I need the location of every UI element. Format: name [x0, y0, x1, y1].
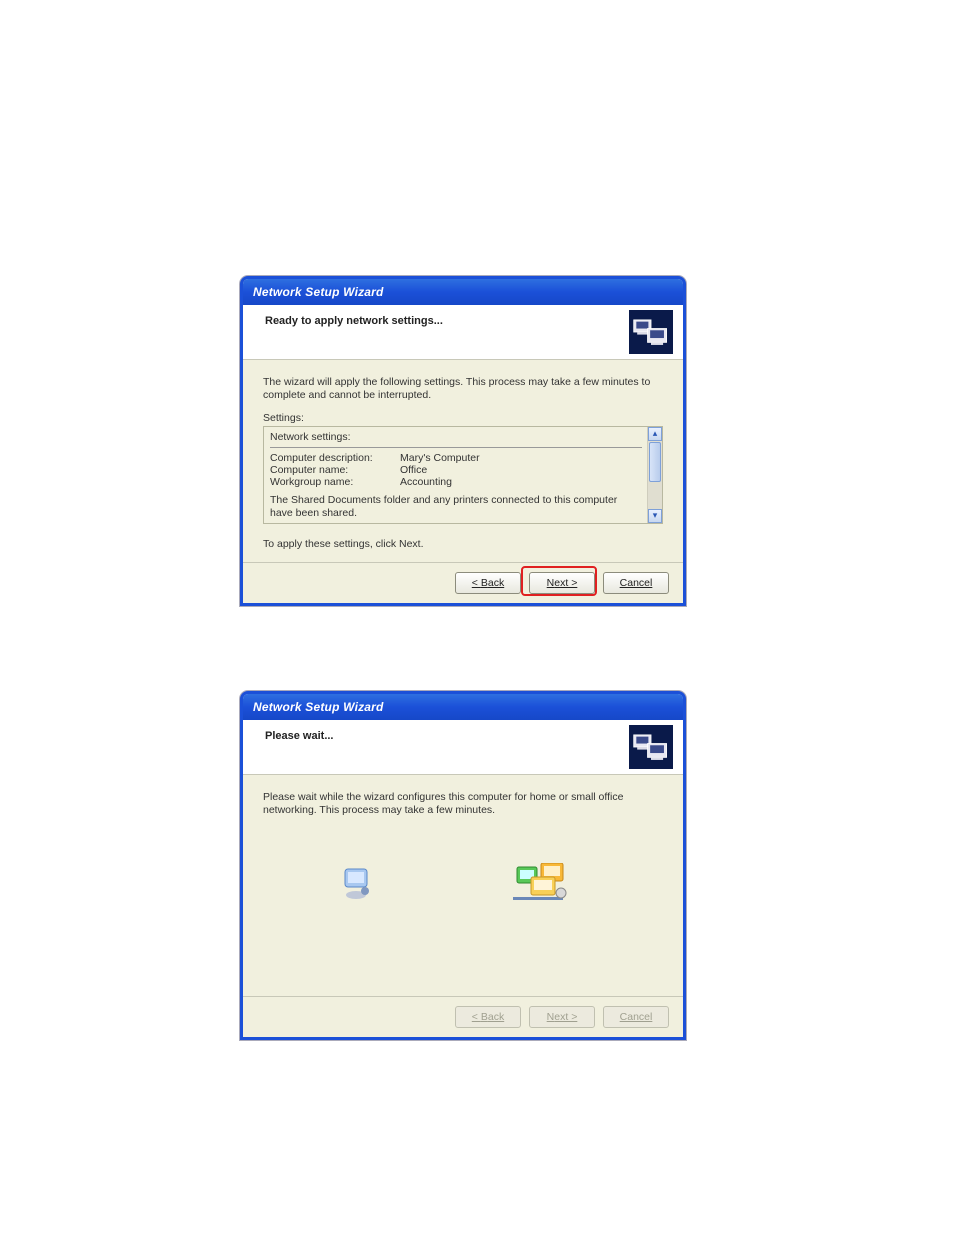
settings-row: Workgroup name: Accounting [270, 476, 656, 488]
wizard-dialog-wait: Network Setup Wizard Please wait... Plea… [240, 691, 686, 1040]
wizard-header: Please wait... [243, 720, 683, 775]
network-computers-icon [629, 725, 673, 769]
separator [270, 523, 642, 524]
settings-pane: Network settings: Computer description: … [263, 426, 663, 524]
intro-text: The wizard will apply the following sett… [263, 376, 663, 402]
settings-row: Computer description: Mary's Computer [270, 452, 656, 464]
apply-note: To apply these settings, click Next. [263, 538, 663, 550]
intro-text: Please wait while the wizard configures … [263, 791, 663, 817]
shared-note: The Shared Documents folder and any prin… [270, 494, 656, 519]
back-button[interactable]: < Back [455, 572, 521, 594]
wizard-body: The wizard will apply the following sett… [243, 360, 683, 558]
next-button[interactable]: Next > [529, 572, 595, 594]
wizard-body: Please wait while the wizard configures … [243, 775, 683, 1019]
cancel-button[interactable]: Cancel [603, 572, 669, 594]
wizard-footer: < Back Next > Cancel [243, 562, 683, 603]
row-label: Workgroup name: [270, 476, 400, 488]
single-computer-icon [343, 867, 373, 901]
wizard-dialog-ready: Network Setup Wizard Ready to apply netw… [240, 276, 686, 606]
network-computers-icon [629, 310, 673, 354]
wizard-footer: < Back Next > Cancel [243, 996, 683, 1037]
next-button: Next > [529, 1006, 595, 1028]
scroll-thumb[interactable] [649, 442, 661, 482]
progress-illustration [263, 857, 663, 997]
pane-heading: Network settings: [270, 431, 656, 443]
back-button: < Back [455, 1006, 521, 1028]
row-value: Accounting [400, 476, 452, 488]
settings-row: Computer name: Office [270, 464, 656, 476]
separator [270, 447, 642, 448]
document-page: Network Setup Wizard Ready to apply netw… [0, 0, 954, 1235]
row-value: Mary's Computer [400, 452, 480, 464]
wizard-header-title: Please wait... [265, 730, 333, 742]
scroll-up-button[interactable]: ▴ [648, 427, 662, 441]
row-label: Computer description: [270, 452, 400, 464]
scrollbar[interactable]: ▴ ▾ [647, 427, 662, 523]
wizard-header: Ready to apply network settings... [243, 305, 683, 360]
settings-label: Settings: [263, 412, 663, 424]
row-value: Office [400, 464, 427, 476]
cancel-button: Cancel [603, 1006, 669, 1028]
network-computers-color-icon [513, 863, 573, 903]
wizard-header-title: Ready to apply network settings... [265, 315, 443, 327]
row-label: Computer name: [270, 464, 400, 476]
title-bar[interactable]: Network Setup Wizard [243, 279, 683, 305]
title-bar[interactable]: Network Setup Wizard [243, 694, 683, 720]
scroll-down-button[interactable]: ▾ [648, 509, 662, 523]
